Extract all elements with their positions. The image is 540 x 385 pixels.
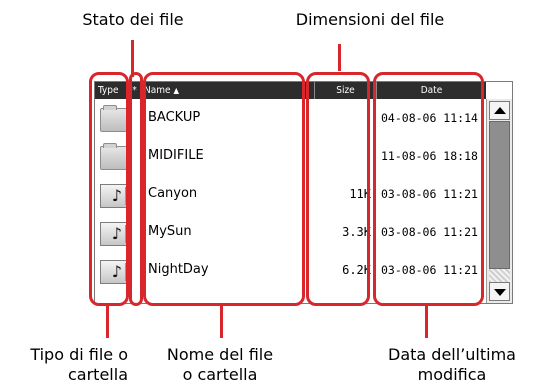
size-column-highlight (306, 72, 370, 306)
file-type-callout-line2: cartella (68, 365, 128, 384)
file-type-callout: Tipo di file o cartella (0, 345, 128, 385)
type-column-highlight (89, 72, 129, 306)
arrow-down-icon (494, 289, 506, 296)
scroll-up-button[interactable] (489, 101, 510, 120)
file-state-callout: Stato dei file (82, 10, 184, 29)
file-size-connector (338, 44, 341, 71)
file-name-connector (220, 305, 223, 338)
file-type-connector (106, 305, 109, 338)
vertical-scrollbar[interactable] (486, 99, 512, 303)
date-callout: Data dell’ultima modifica (372, 345, 532, 385)
name-column-highlight (143, 72, 305, 306)
date-connector (425, 305, 428, 338)
scroll-down-button[interactable] (489, 282, 510, 301)
file-name-callout-line2: o cartella (182, 365, 258, 384)
scroll-track[interactable] (489, 269, 510, 282)
file-name-callout: Nome del file o cartella (150, 345, 290, 385)
scroll-thumb[interactable] (489, 121, 510, 269)
status-column-highlight (129, 72, 143, 306)
date-column-highlight (373, 72, 484, 306)
date-callout-line1: Data dell’ultima (388, 345, 516, 364)
file-size-callout: Dimensioni del file (295, 10, 445, 29)
file-name-callout-line1: Nome del file (166, 345, 274, 364)
date-callout-line2: modifica (417, 365, 487, 384)
file-type-callout-line1: Tipo di file o (30, 345, 128, 364)
arrow-up-icon (494, 107, 506, 114)
